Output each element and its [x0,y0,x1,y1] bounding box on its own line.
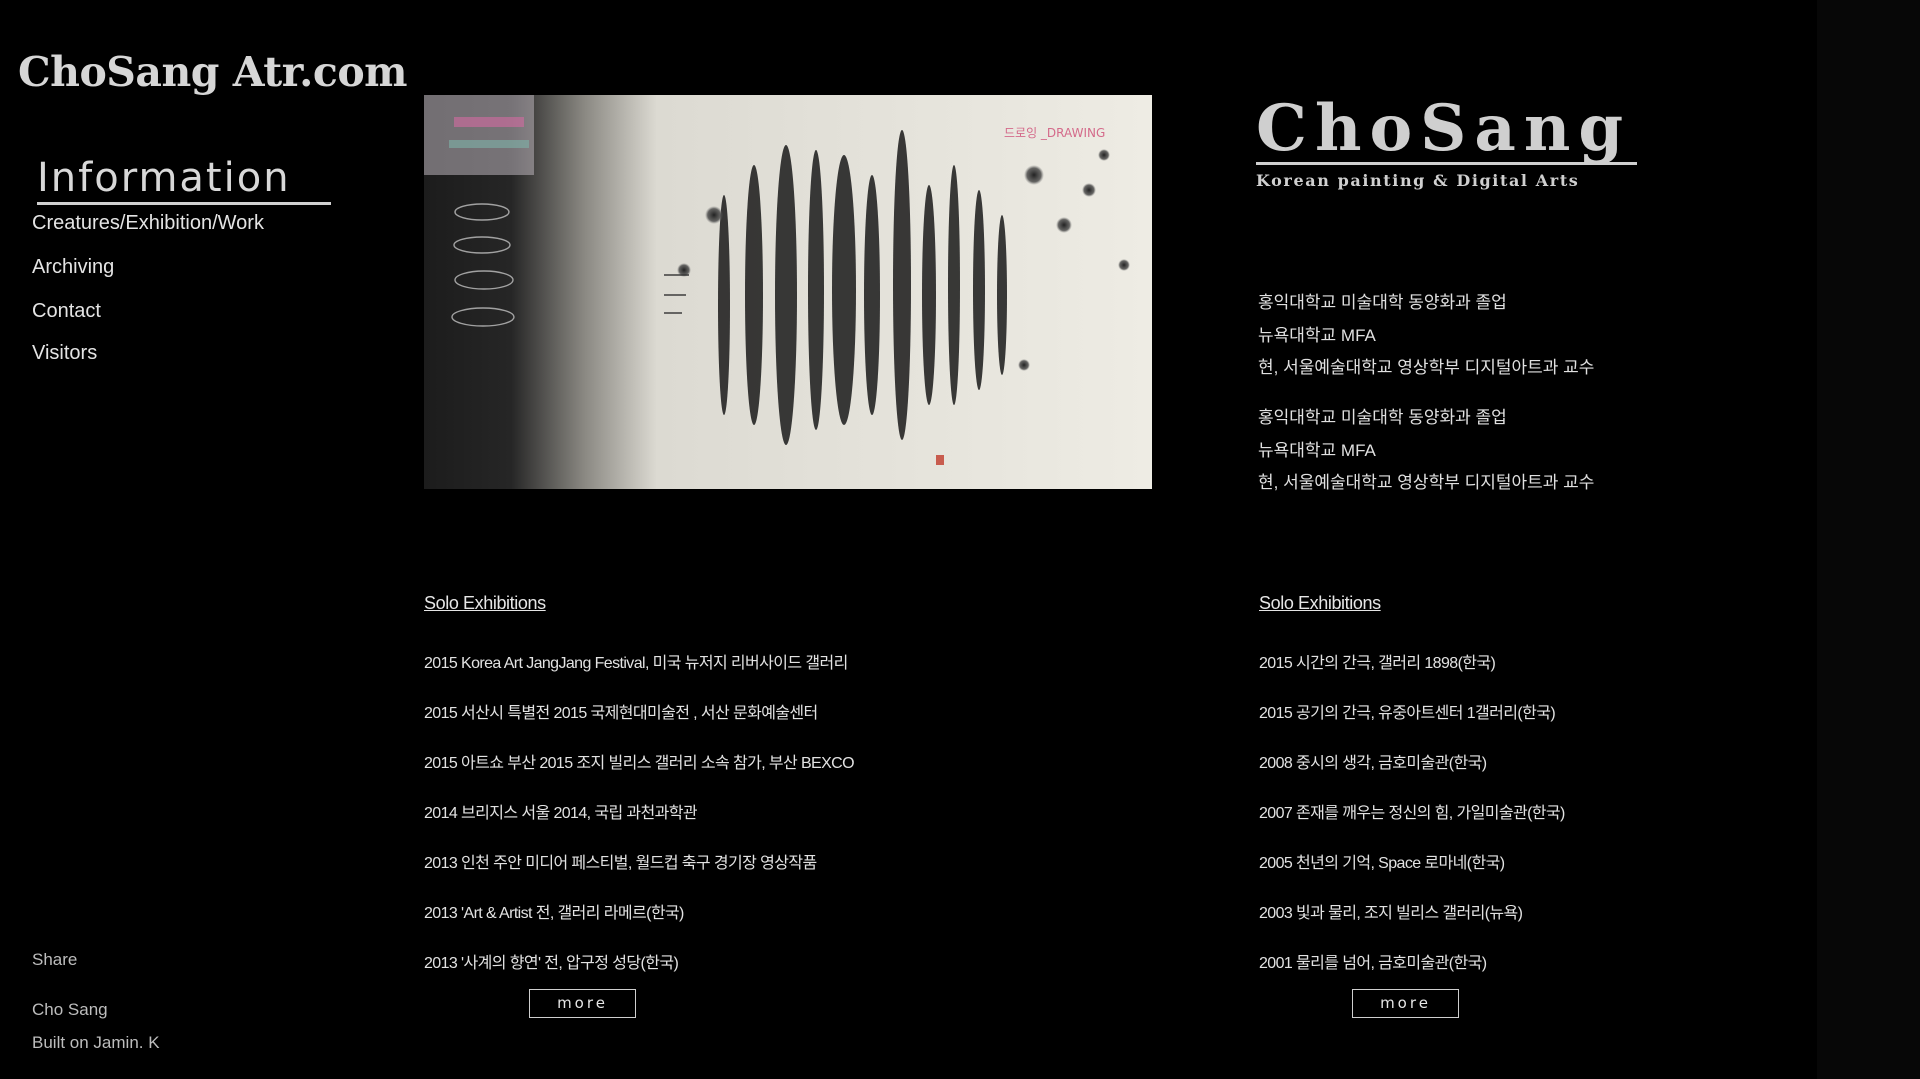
more-button-left[interactable]: more [529,989,636,1018]
exhibition-item: 2013 인천 주안 미디어 페스티벌, 월드컵 축구 경기장 영상작품 [424,855,817,872]
ink-drawing-artwork: 드로잉 _DRAWING [424,95,1152,489]
profile-logo: ChoSang Korean painting & Digital Arts [1256,96,1638,190]
share-link[interactable]: Share [32,950,77,970]
exhibition-item: 2013 '사계의 향연' 전, 압구정 성당(한국) [424,955,679,972]
exhibition-item: 2007 존재를 깨우는 정신의 힘, 가일미술관(한국) [1259,805,1565,822]
exhibition-item: 2015 공기의 간극, 유중아트센터 1갤러리(한국) [1259,705,1556,722]
bio-line: 뉴욕대학교 MFA [1258,326,1376,345]
sidebar-item-contact[interactable]: Contact [32,300,101,323]
exhibition-item: 2015 Korea Art JangJang Festival, 미국 뉴저지… [424,655,848,672]
nav-heading-information[interactable]: Information [37,154,331,205]
logo-subtitle: Korean painting & Digital Arts [1256,171,1580,190]
sidebar-item-archiving[interactable]: Archiving [32,256,114,279]
sidebar-item-creatures-exhibition-work[interactable]: Creatures/Exhibition/Work [32,212,264,235]
site-title[interactable]: ChoSang Atr.com [18,48,408,96]
exhibition-item: 2014 브리지스 서울 2014, 국립 과천과학관 [424,805,698,822]
exhibition-item: 2003 빛과 물리, 조지 빌리스 갤러리(뉴욕) [1259,905,1523,922]
exhibition-item: 2005 천년의 기억, Space 로마네(한국) [1259,855,1505,872]
bio-line: 홍익대학교 미술대학 동양화과 졸업 [1258,293,1507,312]
bio-line: 뉴욕대학교 MFA [1258,441,1376,460]
exhibition-item: 2008 중시의 생각, 금호미술관(한국) [1259,755,1487,772]
bio-line: 홍익대학교 미술대학 동양화과 졸업 [1258,408,1507,427]
bio-line: 현, 서울예술대학교 영상학부 디지털아트과 교수 [1258,358,1595,377]
page-edge-strip [1817,0,1920,1079]
solo-exhibitions-heading-left[interactable]: Solo Exhibitions [424,593,546,614]
exhibition-item: 2015 시간의 간극, 갤러리 1898(한국) [1259,655,1496,672]
solo-exhibitions-heading-right[interactable]: Solo Exhibitions [1259,593,1381,614]
logo-name: ChoSang [1256,96,1638,165]
built-on-credit[interactable]: Built on Jamin. K [32,1033,160,1053]
exhibition-item: 2015 아트쇼 부산 2015 조지 빌리스 갤러리 소속 참가, 부산 BE… [424,755,855,772]
author-name: Cho Sang [32,1000,108,1019]
exhibition-item: 2001 물리를 넘어, 금호미술관(한국) [1259,955,1487,972]
artwork-caption: 드로잉 _DRAWING [1004,126,1105,140]
artwork-image[interactable]: 드로잉 _DRAWING [424,95,1152,489]
bio-line: 현, 서울예술대학교 영상학부 디지털아트과 교수 [1258,473,1595,492]
page: ChoSang Atr.com Information Creatures/Ex… [0,0,1920,1079]
exhibition-item: 2015 서산시 특별전 2015 국제현대미술전 , 서산 문화예술센터 [424,705,818,722]
more-button-right[interactable]: more [1352,989,1459,1018]
exhibition-item: 2013 'Art & Artist 전, 갤러리 라메르(한국) [424,905,684,922]
sidebar-item-visitors[interactable]: Visitors [32,342,97,365]
